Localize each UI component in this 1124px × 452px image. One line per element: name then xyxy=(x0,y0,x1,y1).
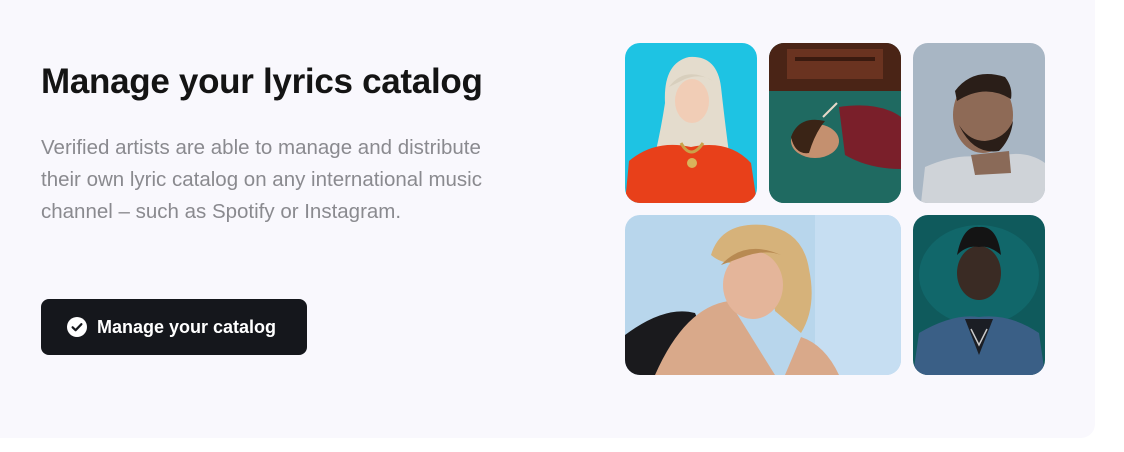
artist-photo-blonde-red-hoodie xyxy=(625,43,757,203)
manage-catalog-button[interactable]: Manage your catalog xyxy=(41,299,307,355)
manage-catalog-button-label: Manage your catalog xyxy=(97,316,277,337)
artist-photo-lying-on-green-carpet xyxy=(769,43,901,203)
catalog-section: Manage your lyrics catalog Verified arti… xyxy=(0,0,1095,438)
check-circle-icon xyxy=(67,317,87,337)
artist-photo-blonde-woman-leaning xyxy=(625,215,901,375)
section-title: Manage your lyrics catalog xyxy=(41,62,483,101)
artist-photo-man-denim-jacket-teal xyxy=(913,215,1045,375)
artist-photo-bearded-man-grey-hoodie xyxy=(913,43,1045,203)
section-description: Verified artists are able to manage and … xyxy=(41,136,482,223)
